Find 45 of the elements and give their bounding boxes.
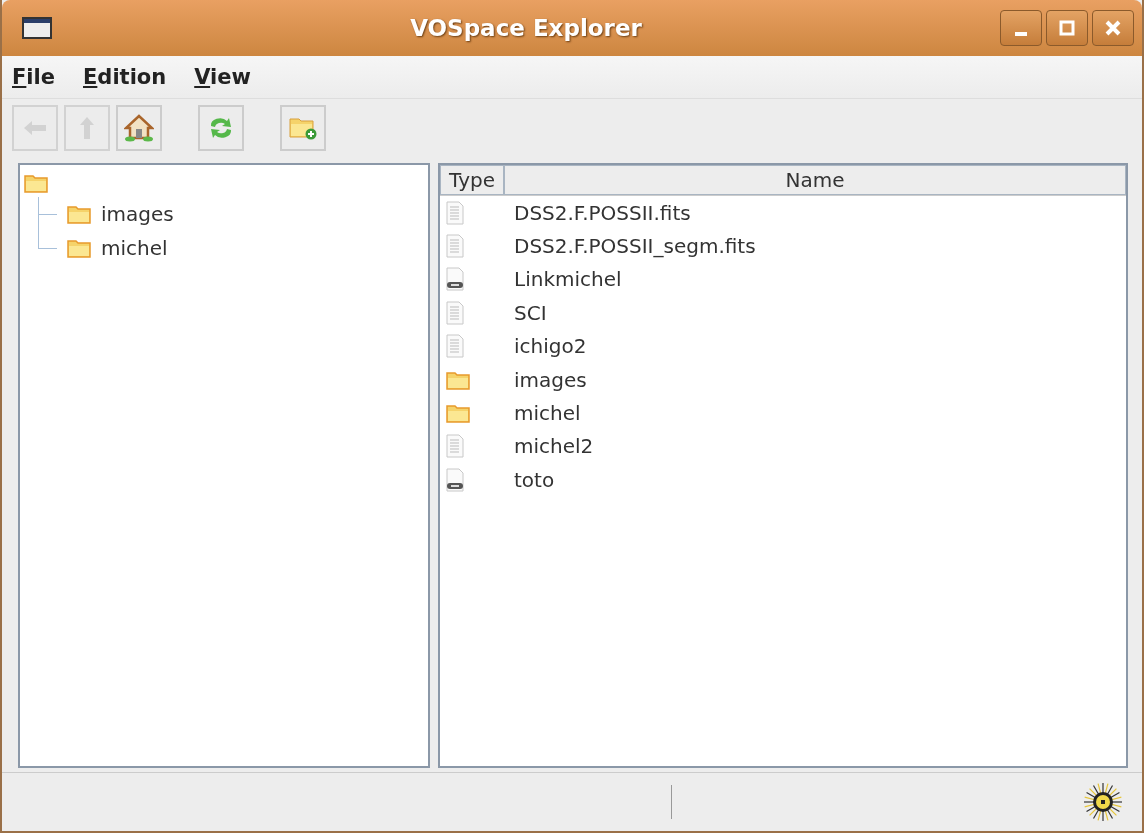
sun-icon (1082, 781, 1124, 823)
file-name-cell[interactable]: toto (510, 467, 555, 492)
folder-icon (67, 238, 91, 258)
file-name-cell[interactable]: DSS2.F.POSSII_segm.fits (510, 234, 756, 259)
folder-icon (446, 369, 470, 390)
file-name-cell[interactable]: Linkmichel (510, 267, 622, 292)
window-title: VOSpace Explorer (409, 15, 643, 41)
tree-node[interactable]: images (67, 202, 174, 226)
file-name-cell[interactable]: DSS2.F.POSSII.fits (510, 200, 691, 225)
column-header[interactable]: Type (440, 165, 504, 195)
minimize-button[interactable] (1000, 10, 1042, 46)
column-header[interactable]: Name (504, 165, 1126, 195)
folder-icon (446, 403, 470, 424)
document-icon (446, 300, 464, 325)
close-icon (1104, 19, 1122, 37)
tree-node[interactable]: michel (67, 236, 168, 260)
maximize-button[interactable] (1046, 10, 1088, 46)
file-name-cell[interactable]: SCI (510, 300, 547, 325)
file-name-cell[interactable]: michel (510, 401, 581, 426)
menu-item[interactable]: Edition (83, 65, 167, 89)
tree-root-node[interactable] (24, 173, 48, 193)
up-arrow-icon (77, 115, 97, 141)
maximize-icon (1058, 19, 1076, 37)
new-folder-button[interactable] (280, 105, 326, 151)
menu-item[interactable]: View (194, 65, 251, 89)
minimize-icon (1015, 32, 1027, 36)
new-folder-icon (288, 115, 318, 141)
folder-icon (67, 204, 91, 224)
link-document-icon (446, 467, 464, 492)
home-button[interactable] (116, 105, 162, 151)
refresh-button[interactable] (198, 105, 244, 151)
document-icon (446, 200, 464, 225)
document-icon (446, 434, 464, 459)
left-arrow-icon (22, 118, 48, 138)
file-name-cell[interactable]: ichigo2 (510, 334, 587, 359)
window-menu-icon[interactable] (22, 17, 52, 39)
file-name-cell[interactable]: michel2 (510, 434, 594, 459)
document-icon (446, 234, 464, 259)
link-document-icon (446, 267, 464, 292)
document-icon (446, 334, 464, 359)
house-icon (124, 114, 154, 142)
menu-item[interactable]: File (12, 65, 55, 89)
file-name-cell[interactable]: images (510, 367, 587, 392)
folder-icon (24, 173, 48, 193)
close-button[interactable] (1092, 10, 1134, 46)
